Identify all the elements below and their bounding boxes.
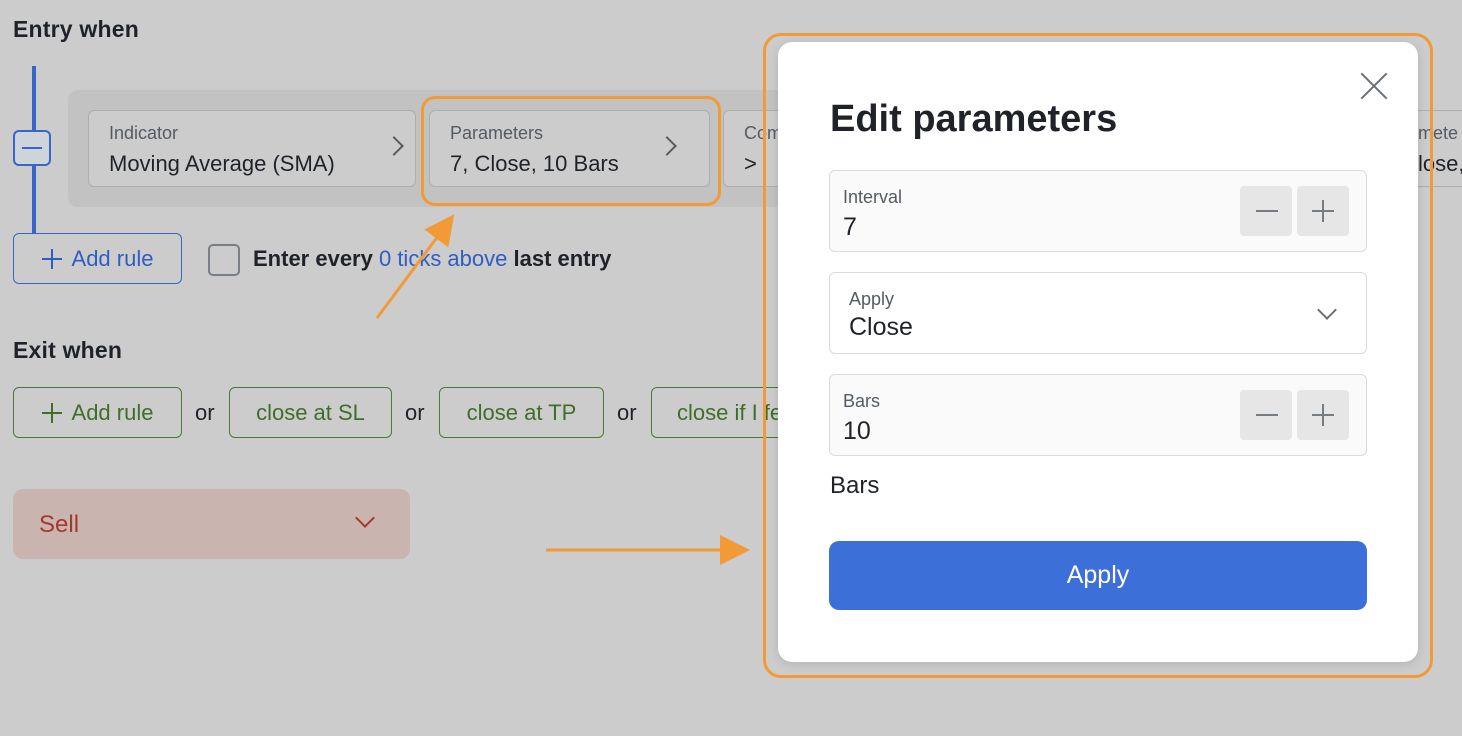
apply-label: Apply [849,289,895,309]
close-at-tp-label: close at TP [466,399,577,425]
arrow-to-parameters [375,214,455,319]
interval-decrement-button[interactable] [1240,186,1292,236]
bars-increment-button[interactable] [1297,390,1349,440]
exit-add-rule-button[interactable]: Add rule [13,387,182,438]
bars-decrement-button[interactable] [1240,390,1292,440]
close-at-sl-button[interactable]: close at SL [229,387,392,438]
close-at-sl-label: close at SL [256,399,365,425]
interval-label: Interval [843,187,903,207]
edit-parameters-modal: Edit parameters Interval 7 Apply Close B… [778,42,1418,662]
direction-select[interactable]: Sell [13,489,410,559]
exit-add-rule-label: Add rule [71,399,154,425]
close-at-tp-button[interactable]: close at TP [439,387,604,438]
close-icon[interactable] [1360,72,1388,100]
or-separator: or [405,400,425,425]
interval-increment-button[interactable] [1297,186,1349,236]
apply-select[interactable]: Apply Close [829,272,1367,354]
apply-button[interactable]: Apply [829,541,1367,610]
or-separator: or [195,400,215,425]
bars-field[interactable]: Bars 10 [829,374,1367,456]
direction-value: Sell [39,511,80,538]
strategy-builder: Entry when Indicator Moving Average (SMA… [0,0,1462,736]
or-separator: or [617,400,637,425]
bars-value[interactable]: 10 [843,417,871,446]
bars-label: Bars [843,391,881,411]
interval-field[interactable]: Interval 7 [829,170,1367,252]
exit-when-heading: Exit when [13,337,123,363]
apply-value: Close [849,313,913,341]
modal-title: Edit parameters [830,98,1118,140]
chevron-down-icon [1317,300,1337,320]
plus-icon [41,402,62,423]
chevron-down-icon [355,508,375,528]
bars-unit-label: Bars [830,472,880,499]
interval-value[interactable]: 7 [843,213,857,242]
